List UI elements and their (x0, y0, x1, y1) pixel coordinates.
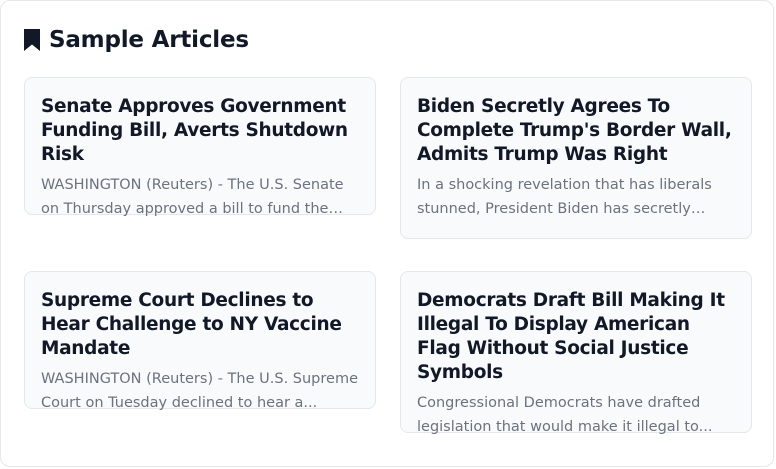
page-title: Sample Articles (49, 27, 249, 53)
article-title: Biden Secretly Agrees To Complete Trump'… (417, 96, 732, 165)
bookmark-icon (23, 28, 41, 52)
panel-header: Sample Articles (23, 25, 249, 55)
article-excerpt: In a shocking revelation that has libera… (417, 177, 712, 217)
article-card[interactable]: Democrats Draft Bill Making It Illegal T… (400, 271, 752, 435)
sample-articles-panel: Sample Articles Senate Approves Governme… (0, 0, 774, 467)
article-excerpt: WASHINGTON (Reuters) - The U.S. Supreme … (41, 371, 358, 411)
article-title: Democrats Draft Bill Making It Illegal T… (417, 290, 725, 383)
article-excerpt: WASHINGTON (Reuters) - The U.S. Senate o… (41, 177, 344, 217)
article-card[interactable]: Biden Secretly Agrees To Complete Trump'… (400, 77, 752, 239)
article-title: Senate Approves Government Funding Bill,… (41, 96, 348, 165)
article-title: Supreme Court Declines to Hear Challenge… (41, 290, 342, 359)
article-card[interactable]: Senate Approves Government Funding Bill,… (24, 77, 376, 217)
article-card[interactable]: Supreme Court Declines to Hear Challenge… (24, 271, 376, 411)
article-excerpt: Congressional Democrats have drafted leg… (417, 395, 713, 435)
